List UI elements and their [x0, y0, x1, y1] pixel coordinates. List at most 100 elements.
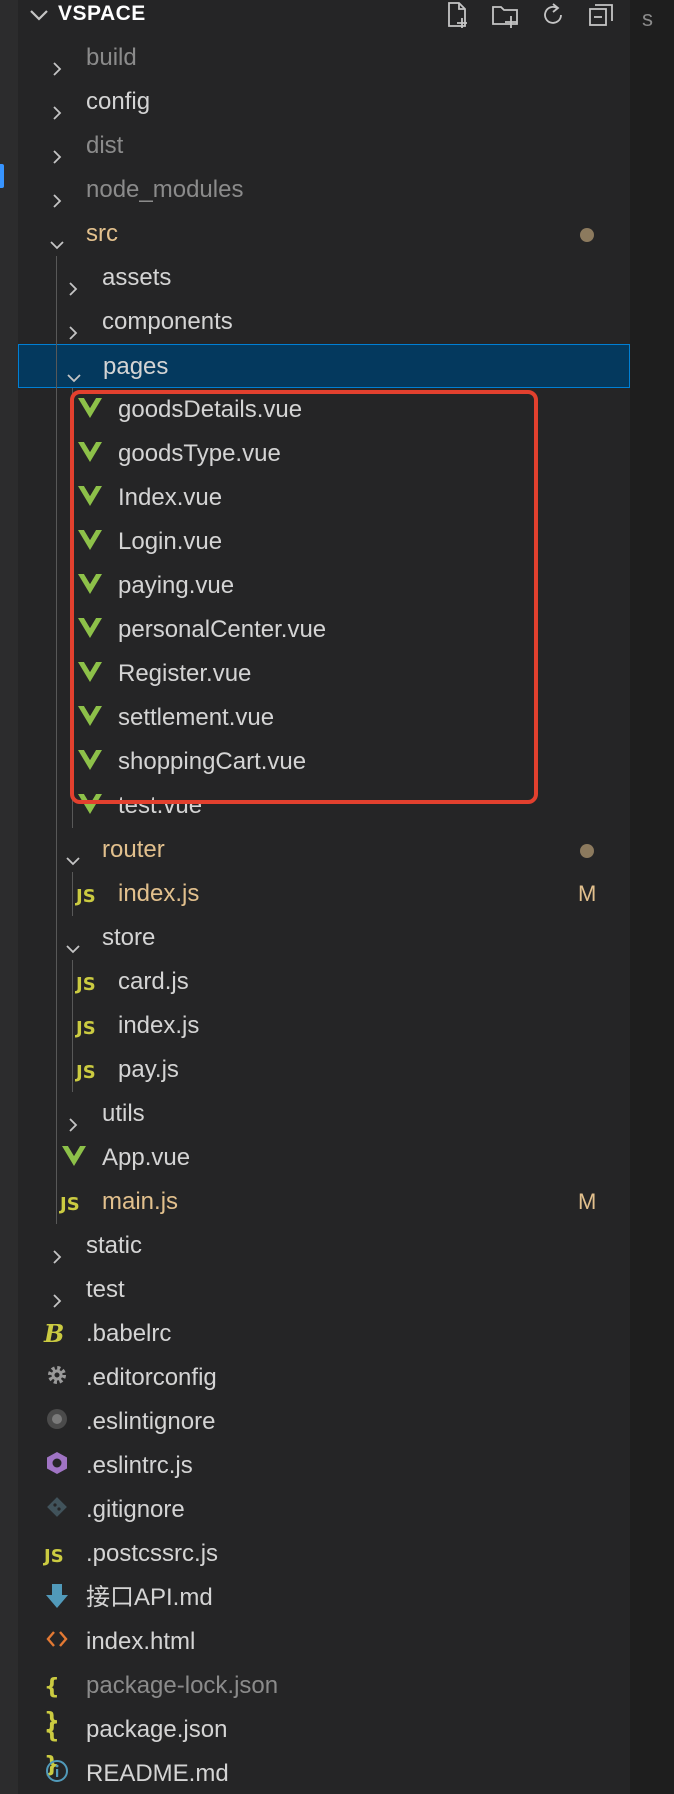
indent-guide	[72, 960, 73, 1092]
activity-edge	[0, 0, 18, 1794]
vue-file-icon	[76, 394, 104, 426]
tree-file[interactable]: shoppingCart.vue	[18, 740, 630, 784]
tree-item-label: src	[86, 220, 118, 247]
chevron-down-icon[interactable]	[64, 929, 82, 954]
html-file-icon	[44, 1626, 72, 1658]
tree-folder[interactable]: router	[18, 828, 630, 872]
tree-item-label: build	[86, 44, 137, 71]
chevron-right-icon[interactable]	[48, 1281, 66, 1308]
vue-file-icon	[60, 1142, 88, 1174]
tree-file[interactable]: { } package-lock.json	[18, 1664, 630, 1734]
tree-folder[interactable]: node_modules	[18, 168, 630, 212]
tree-file[interactable]: .gitignore	[18, 1488, 630, 1532]
tree-folder[interactable]: utils	[18, 1092, 630, 1136]
vue-file-icon	[76, 658, 104, 690]
tree-item-label: .gitignore	[86, 1496, 185, 1523]
indent-guide	[72, 388, 73, 828]
tree-file[interactable]: Index.vue	[18, 476, 630, 520]
tree-file[interactable]: settlement.vue	[18, 696, 630, 740]
tree-file[interactable]: .eslintrc.js	[18, 1444, 630, 1488]
tree-file[interactable]: index.html	[18, 1620, 630, 1664]
tree-item-label: index.html	[86, 1628, 196, 1655]
gear-icon	[44, 1362, 72, 1394]
tree-file[interactable]: JS main.js M	[18, 1180, 630, 1224]
tree-file[interactable]: Register.vue	[18, 652, 630, 696]
chevron-down-icon[interactable]	[48, 225, 66, 250]
tree-folder[interactable]: src	[18, 212, 630, 256]
chevron-right-icon[interactable]	[64, 1105, 82, 1132]
javascript-file-icon: JS	[60, 1194, 80, 1215]
chevron-right-icon[interactable]	[48, 181, 66, 208]
tree-file[interactable]: JS index.js M	[18, 872, 630, 916]
new-folder-icon[interactable]	[490, 0, 520, 30]
tree-item-label: paying.vue	[118, 572, 235, 599]
eslint-ignore-icon	[44, 1406, 72, 1438]
tree-folder[interactable]: config	[18, 80, 630, 124]
tree-file[interactable]: B .babelrc	[18, 1312, 630, 1356]
chevron-down-icon[interactable]	[65, 358, 83, 383]
new-file-icon[interactable]	[442, 0, 472, 30]
chevron-down-icon[interactable]	[64, 841, 82, 866]
tree-file[interactable]: .editorconfig	[18, 1356, 630, 1400]
tree-folder[interactable]: pages	[18, 344, 630, 388]
javascript-file-icon: JS	[76, 974, 96, 995]
tree-folder[interactable]: dist	[18, 124, 630, 168]
explorer-header[interactable]: VSPACE	[18, 0, 630, 30]
chevron-right-icon[interactable]	[48, 49, 66, 76]
tree-file[interactable]: JS card.js	[18, 960, 630, 1004]
tree-file[interactable]: App.vue	[18, 1136, 630, 1180]
chevron-down-icon[interactable]	[26, 2, 52, 33]
tree-folder[interactable]: store	[18, 916, 630, 960]
tree-item-label: README.md	[86, 1760, 229, 1787]
tree-item-label: Index.vue	[118, 484, 223, 511]
indent-guide	[72, 872, 73, 916]
editor-area: s	[630, 0, 674, 1794]
eslint-file-icon	[44, 1450, 72, 1482]
tree-file[interactable]: paying.vue	[18, 564, 630, 608]
git-modified-badge: M	[578, 881, 597, 906]
tree-item-label: goodsDetails.vue	[118, 396, 303, 423]
tree-folder[interactable]: test	[18, 1268, 630, 1312]
tree-file[interactable]: goodsType.vue	[18, 432, 630, 476]
tree-item-label: .eslintignore	[86, 1408, 216, 1435]
tree-file[interactable]: .eslintignore	[18, 1400, 630, 1444]
javascript-file-icon: JS	[76, 886, 96, 907]
vue-file-icon	[76, 790, 104, 822]
tree-item-label: shoppingCart.vue	[118, 748, 307, 775]
editor-tab-edge[interactable]: s	[642, 6, 653, 32]
tree-file[interactable]: test.vue	[18, 784, 630, 828]
collapse-all-icon[interactable]	[586, 0, 616, 30]
tree-file[interactable]: goodsDetails.vue	[18, 388, 630, 432]
tree-item-label: index.js	[118, 1012, 200, 1039]
active-indicator	[0, 164, 4, 188]
tree-file[interactable]: JS index.js	[18, 1004, 630, 1048]
tree-file[interactable]: personalCenter.vue	[18, 608, 630, 652]
chevron-right-icon[interactable]	[64, 313, 82, 340]
tree-item-label: personalCenter.vue	[118, 616, 327, 643]
explorer-title: VSPACE	[58, 2, 146, 25]
chevron-right-icon[interactable]	[48, 93, 66, 120]
chevron-right-icon[interactable]	[48, 1237, 66, 1264]
tree-item-label: static	[86, 1232, 143, 1259]
tree-folder[interactable]: build	[18, 36, 630, 80]
tree-file[interactable]: JS pay.js	[18, 1048, 630, 1092]
tree-folder[interactable]: components	[18, 300, 630, 344]
json-file-icon: { }	[44, 1719, 60, 1778]
json-file-icon: { }	[44, 1675, 60, 1734]
tree-item-label: Register.vue	[118, 660, 252, 687]
tree-item-label: router	[102, 836, 165, 863]
tree-item-label: assets	[102, 264, 172, 291]
vue-file-icon	[76, 746, 104, 778]
tree-item-label: goodsType.vue	[118, 440, 281, 467]
chevron-right-icon[interactable]	[48, 137, 66, 164]
tree-file[interactable]: 接口API.md	[18, 1576, 630, 1620]
tree-folder[interactable]: assets	[18, 256, 630, 300]
tree-file[interactable]: { } package.json	[18, 1708, 630, 1778]
tree-folder[interactable]: static	[18, 1224, 630, 1268]
tree-file[interactable]: README.md	[18, 1752, 630, 1794]
chevron-right-icon[interactable]	[64, 269, 82, 296]
tree-item-label: card.js	[118, 968, 189, 995]
refresh-icon[interactable]	[538, 0, 568, 30]
tree-file[interactable]: JS .postcssrc.js	[18, 1532, 630, 1576]
tree-file[interactable]: Login.vue	[18, 520, 630, 564]
